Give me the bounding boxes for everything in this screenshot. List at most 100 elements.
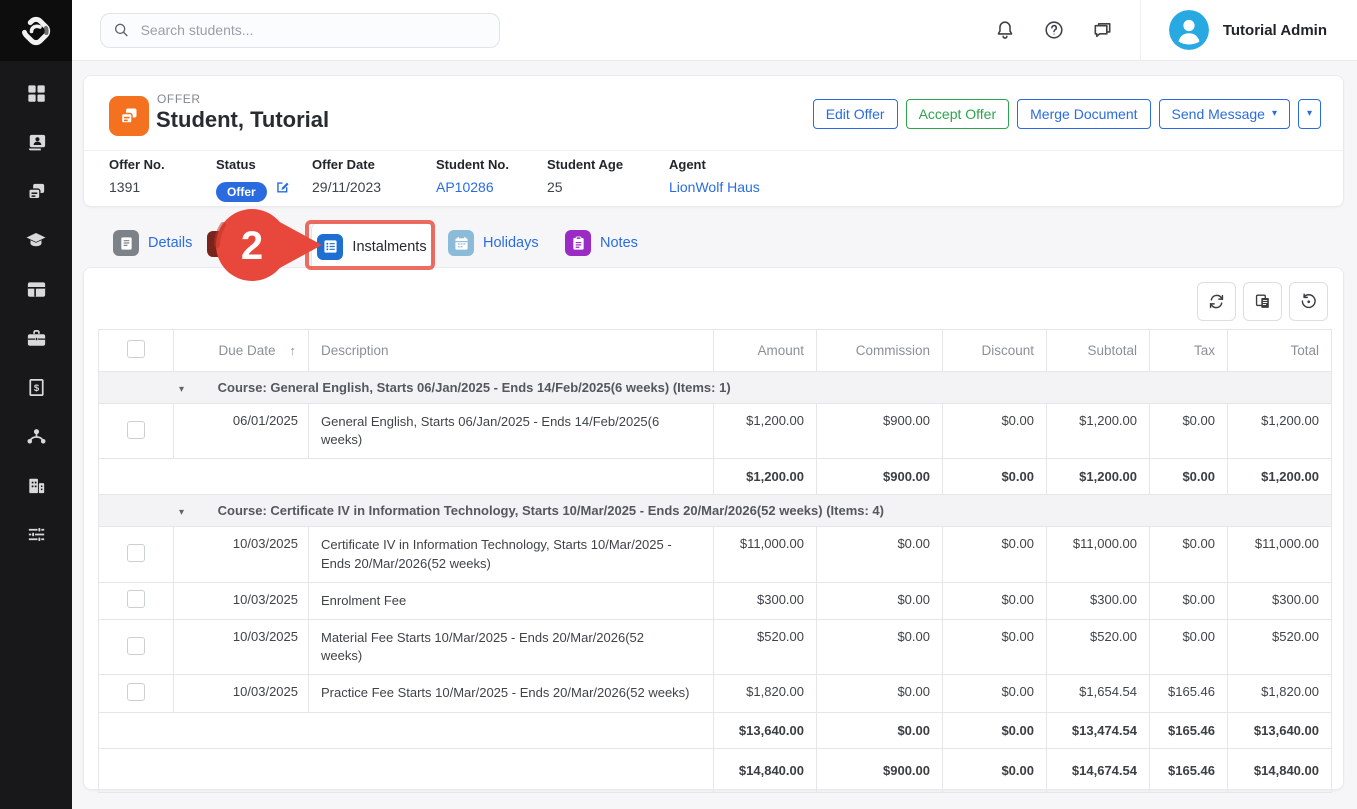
topbar-right: Tutorial Admin: [993, 0, 1357, 60]
item-row: 10/03/2025 Enrolment Fee$300.00$0.00$0.0…: [99, 582, 1332, 619]
topbar: Tutorial Admin: [72, 0, 1357, 61]
cell-due-date: 10/03/2025: [174, 619, 309, 674]
history-button[interactable]: [1289, 282, 1328, 321]
more-actions-button[interactable]: ▾: [1298, 99, 1321, 129]
chevron-down-icon: ▾: [1307, 109, 1312, 119]
copy-icon: [1253, 292, 1272, 311]
column-header-due-date[interactable]: Due Date↑: [174, 330, 309, 372]
cell-total: $14,840.00: [1228, 748, 1332, 792]
tab-notes[interactable]: Notes: [565, 230, 638, 256]
user-avatar[interactable]: [1169, 10, 1209, 50]
cell-discount: $0.00: [943, 748, 1047, 792]
cell-total: $1,200.00: [1228, 459, 1332, 495]
group-collapse-caret[interactable]: ▾: [179, 507, 184, 518]
cell-subtotal: $1,200.00: [1047, 404, 1150, 459]
cell-description: Practice Fee Starts 10/Mar/2025 - Ends 2…: [309, 675, 714, 712]
cell-total: $1,820.00: [1228, 675, 1332, 712]
edit-offer-button[interactable]: Edit Offer: [813, 99, 898, 129]
column-header-commission[interactable]: Commission: [817, 330, 943, 372]
column-header-amount[interactable]: Amount: [714, 330, 817, 372]
cell-commission: $900.00: [817, 404, 943, 459]
cell-discount: $0.00: [943, 527, 1047, 582]
cell-commission: $0.00: [817, 527, 943, 582]
sidebar-item-invoices[interactable]: $: [16, 373, 56, 401]
row-checkbox[interactable]: [127, 637, 145, 655]
student-no-link[interactable]: AP10286: [436, 179, 509, 195]
column-header-subtotal[interactable]: Subtotal: [1047, 330, 1150, 372]
sidebar-item-offers[interactable]: [16, 177, 56, 205]
column-header-description[interactable]: Description: [309, 330, 714, 372]
cell-amount: $11,000.00: [714, 527, 817, 582]
chevron-down-icon: ▾: [1272, 109, 1277, 119]
page-title: Student, Tutorial: [156, 107, 329, 133]
sidebar-item-settings[interactable]: [16, 520, 56, 548]
table-toolbar: [1197, 282, 1328, 321]
hidden-tab-icon[interactable]: [207, 231, 233, 257]
edit-status-icon[interactable]: [275, 179, 290, 194]
column-header-tax[interactable]: Tax: [1150, 330, 1228, 372]
cell-tax: $0.00: [1150, 619, 1228, 674]
tab-details[interactable]: Details: [113, 230, 192, 256]
send-message-button[interactable]: Send Message▾: [1159, 99, 1290, 129]
cell-due-date: 10/03/2025: [174, 675, 309, 712]
cell-discount: $0.00: [943, 712, 1047, 748]
cell-commission: $0.00: [817, 619, 943, 674]
row-checkbox[interactable]: [127, 421, 145, 439]
offer-header-card: OFFER Student, Tutorial Edit Offer Accep…: [83, 75, 1344, 207]
sidebar-item-agents[interactable]: [16, 422, 56, 450]
agent-link[interactable]: LionWolf Haus: [669, 179, 760, 195]
app-logo[interactable]: [0, 0, 72, 61]
notes-tab-icon: [565, 230, 591, 256]
merge-document-button[interactable]: Merge Document: [1017, 99, 1150, 129]
offer-actions: Edit Offer Accept Offer Merge Document S…: [813, 99, 1321, 129]
topbar-divider: [1140, 0, 1141, 60]
field-offer-no: Offer No. 1391: [109, 157, 165, 195]
messages-button[interactable]: [1091, 18, 1115, 42]
offer-doc-icon: [117, 104, 141, 128]
copy-button[interactable]: [1243, 282, 1282, 321]
accept-offer-button[interactable]: Accept Offer: [906, 99, 1010, 129]
sidebar-item-dashboard[interactable]: [16, 79, 56, 107]
cell-description: Certificate IV in Information Technology…: [309, 527, 714, 582]
select-all-checkbox[interactable]: [127, 340, 145, 358]
search-input[interactable]: [139, 21, 487, 39]
cell-subtotal: $13,474.54: [1047, 712, 1150, 748]
cell-due-date: 10/03/2025: [174, 527, 309, 582]
student-card-icon: [25, 131, 48, 154]
row-checkbox[interactable]: [127, 683, 145, 701]
sidebar-item-timetables[interactable]: [16, 275, 56, 303]
sort-ascending-icon[interactable]: ↑: [290, 343, 297, 358]
cell-tax: $165.46: [1150, 748, 1228, 792]
group-collapse-caret[interactable]: ▾: [179, 384, 184, 395]
item-row: 10/03/2025 Practice Fee Starts 10/Mar/20…: [99, 675, 1332, 712]
item-row: 10/03/2025 Material Fee Starts 10/Mar/20…: [99, 619, 1332, 674]
help-button[interactable]: [1042, 18, 1066, 42]
row-checkbox[interactable]: [127, 590, 145, 608]
cell-subtotal: $1,654.54: [1047, 675, 1150, 712]
sidebar-item-organisations[interactable]: [16, 471, 56, 499]
cell-tax: $0.00: [1150, 582, 1228, 619]
cell-subtotal: $14,674.54: [1047, 748, 1150, 792]
instalments-tab-icon: [317, 234, 343, 260]
sidebar-item-services[interactable]: [16, 324, 56, 352]
row-checkbox[interactable]: [127, 544, 145, 562]
tab-instalments[interactable]: Instalments: [311, 222, 433, 270]
cell-amount: $1,820.00: [714, 675, 817, 712]
tab-holidays[interactable]: Holidays: [448, 230, 539, 256]
notifications-button[interactable]: [993, 18, 1017, 42]
search-box: [100, 13, 500, 48]
sidebar-item-students[interactable]: [16, 128, 56, 156]
cell-commission: $900.00: [817, 459, 943, 495]
column-header-discount[interactable]: Discount: [943, 330, 1047, 372]
cell-discount: $0.00: [943, 459, 1047, 495]
network-icon: [25, 425, 48, 448]
cell-total: $11,000.00: [1228, 527, 1332, 582]
refresh-button[interactable]: [1197, 282, 1236, 321]
content: OFFER Student, Tutorial Edit Offer Accep…: [72, 61, 1357, 809]
user-name[interactable]: Tutorial Admin: [1223, 22, 1327, 39]
cell-commission: $900.00: [817, 748, 943, 792]
total-row-spacer: [99, 748, 714, 792]
column-header-total[interactable]: Total: [1228, 330, 1332, 372]
sidebar-item-courses[interactable]: [16, 226, 56, 254]
item-row: 10/03/2025 Certificate IV in Information…: [99, 527, 1332, 582]
